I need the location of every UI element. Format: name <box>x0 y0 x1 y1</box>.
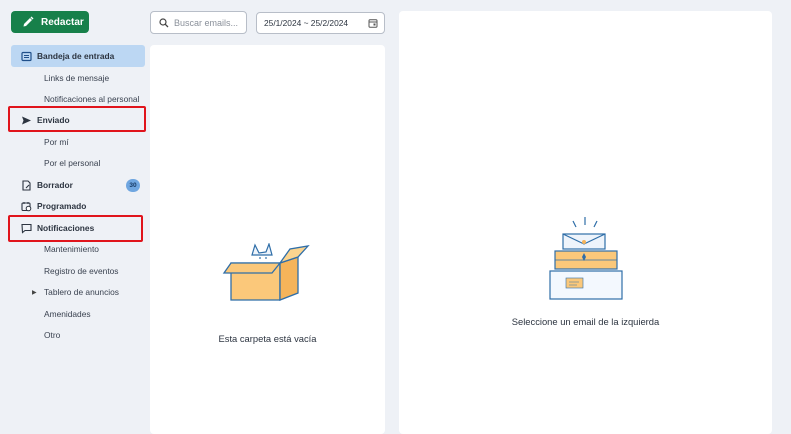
sidebar-item-label: Registro de eventos <box>44 266 119 276</box>
draft-count-badge: 30 <box>126 179 140 192</box>
sidebar-item-amenities[interactable]: Amenidades <box>11 303 145 325</box>
sidebar-item-message-links[interactable]: Links de mensaje <box>11 67 145 89</box>
send-icon <box>21 115 32 126</box>
sidebar-item-staff-notifications[interactable]: Notificaciones al personal <box>11 88 145 110</box>
sidebar-item-sent[interactable]: Enviado <box>11 109 145 131</box>
sidebar-item-label: Borrador <box>37 180 73 190</box>
select-email-prompt: Seleccione un email de la izquierda <box>511 316 660 327</box>
sidebar-item-event-log[interactable]: Registro de eventos <box>11 260 145 282</box>
sidebar-item-label: Notificaciones <box>37 223 95 233</box>
sidebar-item-bulletin-board[interactable]: ▶ Tablero de anuncios <box>11 281 145 303</box>
sidebar-item-label: Bandeja de entrada <box>37 51 115 61</box>
sidebar-item-label: Amenidades <box>44 309 91 319</box>
empty-box-cat-icon <box>222 243 310 301</box>
sidebar-item-notifications[interactable]: Notificaciones <box>11 217 145 239</box>
sidebar-item-drafts[interactable]: Borrador 30 <box>11 174 145 196</box>
calendar-icon[interactable] <box>368 18 378 28</box>
sidebar-item-by-staff[interactable]: Por el personal <box>11 152 145 174</box>
search-icon <box>159 17 169 27</box>
compose-button[interactable]: Redactar <box>11 11 89 33</box>
sidebar-item-label: Enviado <box>37 115 70 125</box>
sidebar-item-inbox[interactable]: Bandeja de entrada <box>11 45 145 67</box>
sidebar-item-label: Otro <box>44 330 61 340</box>
sidebar-item-label: Por el personal <box>44 158 101 168</box>
sidebar-item-scheduled[interactable]: Programado <box>11 195 145 217</box>
sidebar-item-label: Links de mensaje <box>44 73 110 83</box>
sidebar-item-label: Notificaciones al personal <box>44 94 140 104</box>
date-range-value: 25/1/2024 ~ 25/2/2024 <box>264 18 349 28</box>
compose-label: Redactar <box>41 16 84 28</box>
sidebar-item-label: Mantenimiento <box>44 244 99 254</box>
empty-folder-text: Esta carpeta está vacía <box>218 333 317 344</box>
calendar-clock-icon <box>21 201 32 212</box>
sidebar-item-label: Programado <box>37 201 87 211</box>
email-list-panel: Esta carpeta está vacía <box>150 45 385 434</box>
sidebar-item-label: Por mí <box>44 137 69 147</box>
date-range-picker[interactable]: 25/1/2024 ~ 25/2/2024 <box>256 12 385 34</box>
sidebar-item-label: Tablero de anuncios <box>44 287 119 297</box>
inbox-icon <box>21 51 32 62</box>
search-input[interactable] <box>174 17 244 28</box>
stacked-boxes-icon <box>549 217 623 300</box>
sidebar-item-other[interactable]: Otro <box>11 324 145 346</box>
caret-right-icon[interactable]: ▶ <box>32 289 37 296</box>
sidebar-item-maintenance[interactable]: Mantenimiento <box>11 238 145 260</box>
email-detail-panel: Seleccione un email de la izquierda <box>399 11 772 434</box>
draft-icon <box>21 179 32 191</box>
sidebar-item-by-me[interactable]: Por mí <box>11 131 145 153</box>
chat-icon <box>21 223 32 234</box>
search-box[interactable] <box>150 11 247 34</box>
pencil-icon <box>23 16 34 27</box>
